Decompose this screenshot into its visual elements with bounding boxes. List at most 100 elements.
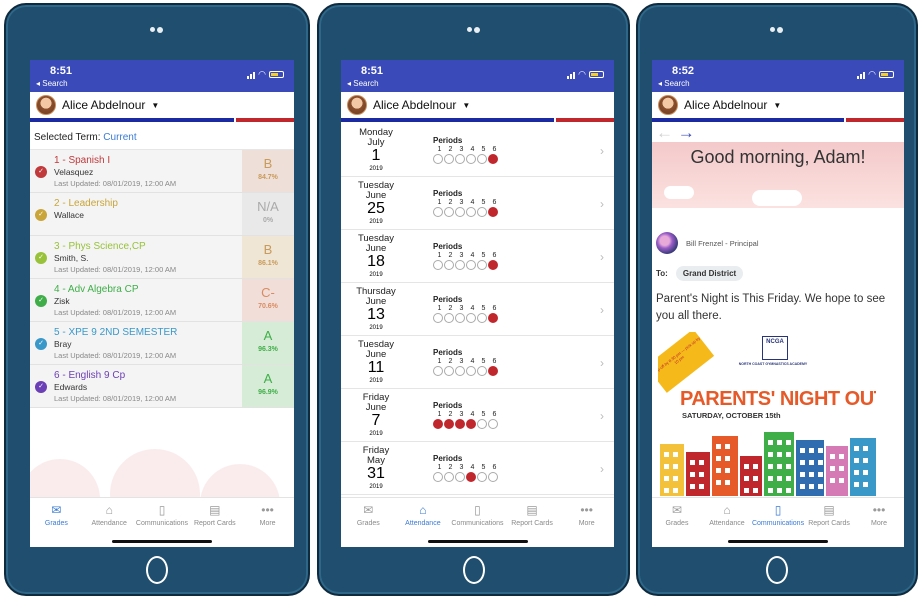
period-numbers: 123456 xyxy=(436,199,498,206)
course-info: 4 - Adv Algebra CP Zisk Last Updated: 08/0… xyxy=(54,279,242,321)
home-button[interactable] xyxy=(766,556,788,584)
tab-more[interactable]: ••• More xyxy=(854,498,904,547)
term-label: Selected Term: xyxy=(34,132,101,143)
student-selector[interactable]: Alice Abdelnour ▼ xyxy=(652,92,904,118)
student-selector[interactable]: Alice Abdelnour ▼ xyxy=(30,92,294,118)
period-numbers: 123456 xyxy=(436,464,498,471)
attendance-row[interactable]: Tuesday June 25 2019 Periods 1 2 3 4 5 6 › xyxy=(341,177,614,230)
window xyxy=(809,472,814,478)
student-selector[interactable]: Alice Abdelnour ▼ xyxy=(341,92,614,118)
present-dot xyxy=(444,313,454,323)
window xyxy=(744,488,749,494)
tab-grades[interactable]: ✉ Grades xyxy=(341,498,396,547)
attendance-row[interactable]: Tuesday June 18 2019 Periods 1 2 3 4 5 6 › xyxy=(341,230,614,283)
window xyxy=(753,464,758,470)
window xyxy=(800,472,805,478)
student-name: Alice Abdelnour xyxy=(684,98,768,112)
chevron-down-icon[interactable]: ✓ xyxy=(35,295,47,307)
window xyxy=(800,448,805,454)
window xyxy=(839,466,844,472)
chevron-down-icon[interactable]: ✓ xyxy=(35,381,47,393)
year: 2019 xyxy=(369,166,383,172)
period-number: 6 xyxy=(492,146,497,153)
attendance-icon: ⌂ xyxy=(105,503,113,517)
chevron-right-icon: › xyxy=(600,144,604,158)
period-number: 3 xyxy=(459,199,464,206)
chevron-down-icon[interactable]: ✓ xyxy=(35,338,47,350)
chevron-down-icon[interactable]: ✓ xyxy=(35,252,47,264)
tab-grades[interactable]: ✉ Grades xyxy=(652,498,702,547)
course-row[interactable]: ✓ 2 - Leadership Wallace N/A 0% xyxy=(30,193,294,236)
course-row[interactable]: ✓ 1 - Spanish I Velasquez Last Updated: 08/… xyxy=(30,150,294,193)
arrow-right-icon[interactable]: → xyxy=(678,123,695,142)
building xyxy=(764,432,794,497)
attendance-row[interactable]: Friday May 31 2019 Periods 1 2 3 4 5 6 › xyxy=(341,442,614,495)
recipient-row: To: Grand District xyxy=(656,266,900,281)
back-to-search-link[interactable]: ◂ Search xyxy=(36,79,68,88)
period-number: 5 xyxy=(481,252,486,259)
back-to-search-link[interactable]: ◂ Search xyxy=(347,79,379,88)
greeting-banner: Good morning, Adam! xyxy=(652,142,904,208)
month: June xyxy=(365,348,387,360)
period-dots xyxy=(433,313,498,323)
period-numbers: 123456 xyxy=(436,146,498,153)
term-current-link[interactable]: Current xyxy=(103,132,136,143)
absent-dot xyxy=(466,419,476,429)
arrow-left-icon[interactable]: ← xyxy=(656,123,673,142)
signal-icon xyxy=(247,71,256,79)
present-dot xyxy=(466,154,476,164)
attendance-row[interactable]: Friday June 7 2019 Periods 1 2 3 4 5 6 › xyxy=(341,389,614,442)
window xyxy=(768,476,773,482)
present-dot xyxy=(433,154,443,164)
window xyxy=(673,488,678,494)
wifi-icon: ◠ xyxy=(578,69,586,79)
attendance-row[interactable]: Monday July 1 2019 Periods 1 2 3 4 5 6 › xyxy=(341,124,614,177)
present-dot xyxy=(477,472,487,482)
period-number: 2 xyxy=(448,464,453,471)
absent-dot xyxy=(444,419,454,429)
day-number: 31 xyxy=(367,465,385,482)
periods-block: Periods 1 2 3 4 5 6 xyxy=(433,136,498,164)
home-button[interactable] xyxy=(462,556,485,584)
period-number: 5 xyxy=(481,358,486,365)
chevron-right-icon: › xyxy=(600,303,604,317)
grade-percent: 86.1% xyxy=(258,260,278,267)
back-to-search-link[interactable]: ◂ Search xyxy=(658,79,690,88)
present-dot xyxy=(477,313,487,323)
communications-icon: ▯ xyxy=(474,503,481,517)
window xyxy=(818,472,823,478)
course-row[interactable]: ✓ 4 - Adv Algebra CP Zisk Last Updated: 08/… xyxy=(30,279,294,322)
chevron-down-icon[interactable]: ✓ xyxy=(35,166,47,178)
sender-name: Bill Frenzel - Principal xyxy=(686,238,759,248)
tab-more[interactable]: ••• More xyxy=(559,498,614,547)
course-row[interactable]: ✓ 5 - XPE 9 2ND SEMESTER Bray Last Updated:… xyxy=(30,322,294,365)
building xyxy=(712,436,738,497)
period-number: 5 xyxy=(481,411,486,418)
month: May xyxy=(367,454,385,466)
tab-label: Attendance xyxy=(91,520,127,527)
message-card[interactable]: Bill Frenzel - Principal To: Grand Distr… xyxy=(652,232,904,497)
period-number: 2 xyxy=(448,305,453,312)
window xyxy=(854,458,859,464)
window xyxy=(664,464,669,470)
absent-dot xyxy=(488,154,498,164)
message-nav: ← → xyxy=(652,124,904,142)
course-row[interactable]: ✓ 6 - English 9 Cp Edwards Last Updated: 08… xyxy=(30,365,294,408)
status-bar: 8:51 ◂ Search ◠ xyxy=(341,60,614,92)
date-block: Thursday June 13 2019 xyxy=(341,287,411,331)
tab-grades[interactable]: ✉ Grades xyxy=(30,498,83,547)
tab-more[interactable]: ••• More xyxy=(241,498,294,547)
attendance-row[interactable]: Thursday June 13 2019 Periods 1 2 3 4 5 6 › xyxy=(341,283,614,336)
course-row[interactable]: ✓ 3 - Phys Science,CP Smith, S. Last Update… xyxy=(30,236,294,279)
sender-row: Bill Frenzel - Principal xyxy=(656,232,900,254)
poster-title: PARENTS' NIGHT OUT xyxy=(680,388,876,411)
window xyxy=(777,488,782,494)
period-dots xyxy=(433,260,498,270)
attendance-row[interactable]: Tuesday June 11 2019 Periods 1 2 3 4 5 6 › xyxy=(341,336,614,389)
home-button[interactable] xyxy=(146,556,168,584)
teacher-name: Bray xyxy=(54,339,72,349)
chevron-down-icon[interactable]: ✓ xyxy=(35,209,47,221)
window xyxy=(839,478,844,484)
period-number: 3 xyxy=(459,358,464,365)
building xyxy=(796,440,824,497)
